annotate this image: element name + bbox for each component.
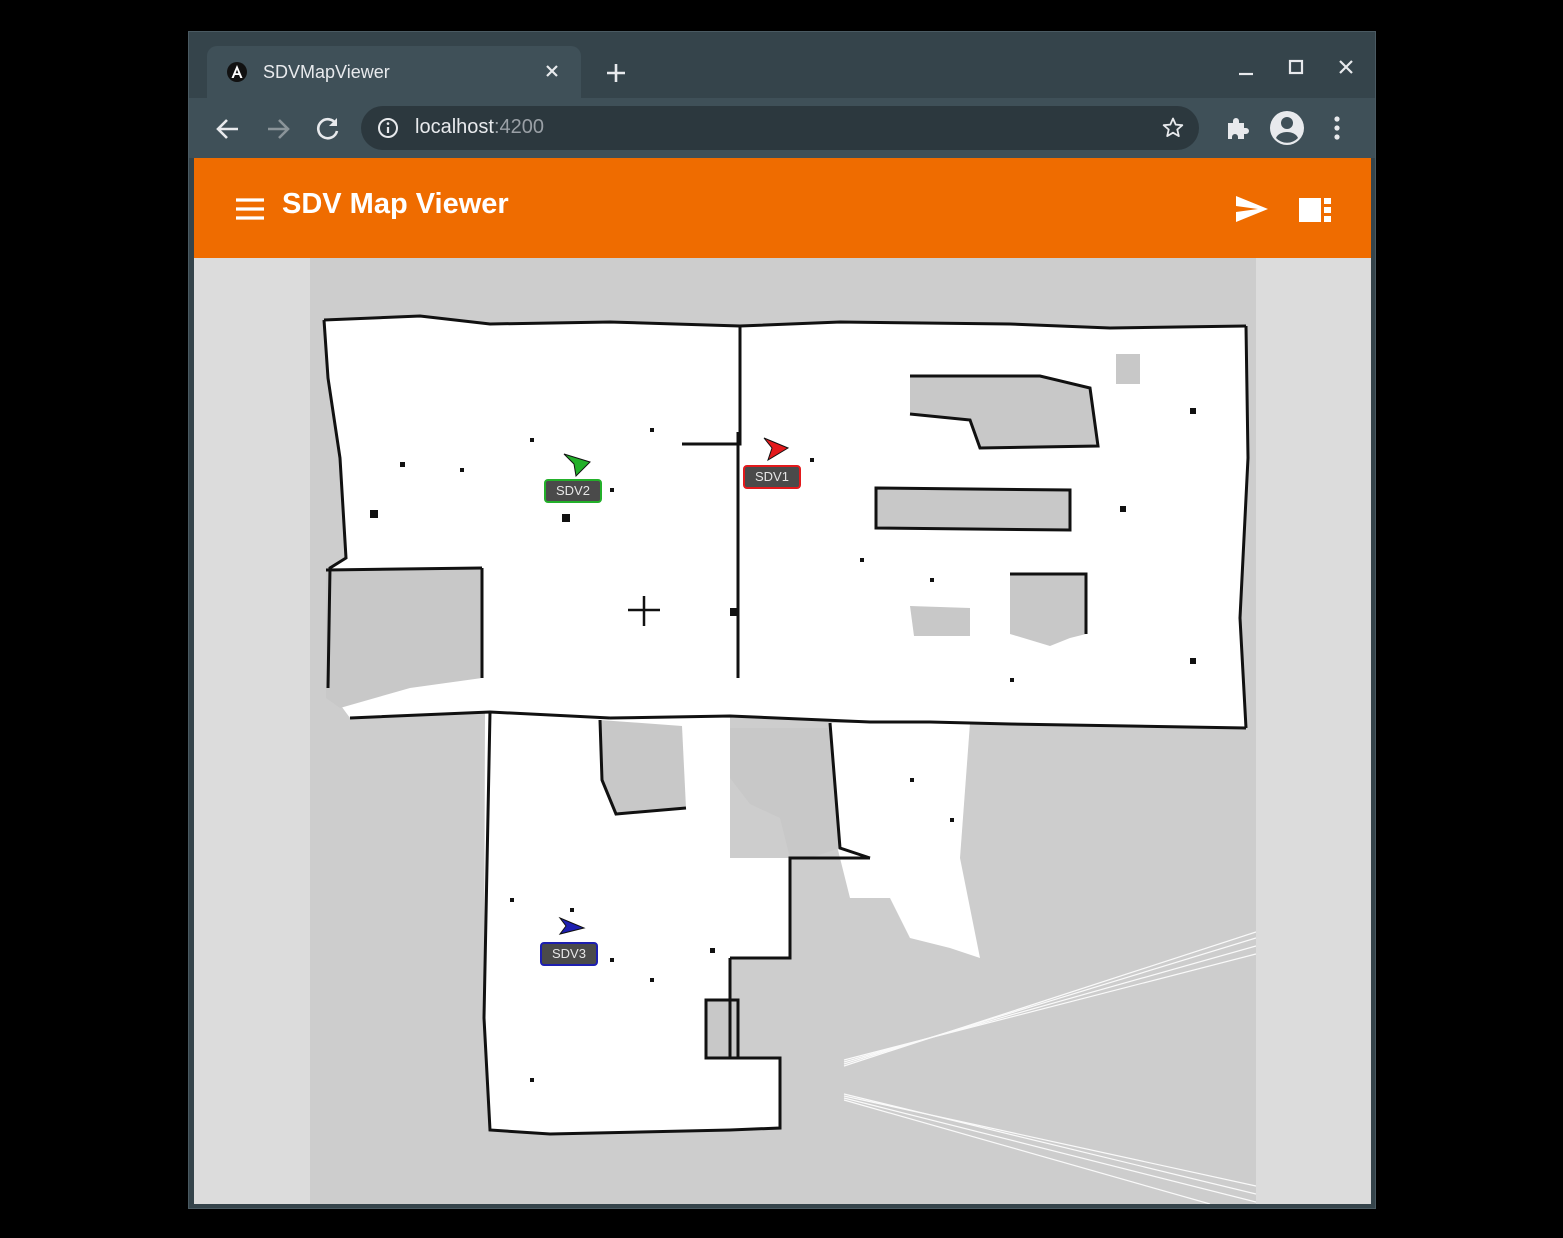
tab-title: SDVMapViewer [263, 62, 390, 82]
menu-hamburger-icon[interactable] [234, 196, 266, 222]
site-info-icon[interactable] [377, 117, 399, 139]
tab-close-icon[interactable] [541, 60, 563, 82]
forward-arrow-icon[interactable] [263, 114, 293, 144]
browser-toolbar: localhost:4200 [189, 98, 1375, 158]
reload-icon[interactable] [313, 114, 343, 144]
robot-label-sdv3[interactable]: SDV3 [540, 942, 598, 966]
browser-window: SDVMapViewer localhost:4200 SDV Map View… [188, 31, 1376, 1209]
robot-label-sdv2[interactable]: SDV2 [544, 479, 602, 503]
app-title: SDV Map Viewer [282, 188, 509, 220]
address-bar[interactable]: localhost:4200 [361, 106, 1199, 150]
send-goal-icon[interactable] [1234, 194, 1270, 224]
url-text: localhost:4200 [415, 116, 544, 139]
map-canvas[interactable]: SDV1 SDV2 SDV3 [310, 258, 1256, 1204]
angular-favicon-icon [227, 62, 247, 82]
side-panel-toggle-icon[interactable] [1298, 196, 1332, 224]
minimize-icon[interactable] [1231, 54, 1261, 84]
occupancy-grid-map [310, 258, 1256, 1204]
back-arrow-icon[interactable] [213, 114, 243, 144]
profile-avatar-icon[interactable] [1269, 110, 1305, 146]
close-window-icon[interactable] [1331, 54, 1361, 84]
maximize-icon[interactable] [1281, 54, 1311, 84]
extensions-puzzle-icon[interactable] [1223, 114, 1251, 142]
browser-menu-icon[interactable] [1327, 114, 1347, 142]
bookmark-star-icon[interactable] [1161, 116, 1185, 140]
tab-strip: SDVMapViewer [189, 32, 1375, 98]
new-tab-plus-icon[interactable] [603, 60, 629, 86]
page-viewport: SDV Map Viewer SDV1 SDV2 SDV3 [194, 158, 1371, 1204]
robot-label-sdv1[interactable]: SDV1 [743, 465, 801, 489]
url-host: localhost [415, 116, 494, 138]
browser-tab[interactable]: SDVMapViewer [207, 46, 581, 98]
url-port: :4200 [493, 116, 544, 138]
app-toolbar: SDV Map Viewer [194, 158, 1371, 258]
